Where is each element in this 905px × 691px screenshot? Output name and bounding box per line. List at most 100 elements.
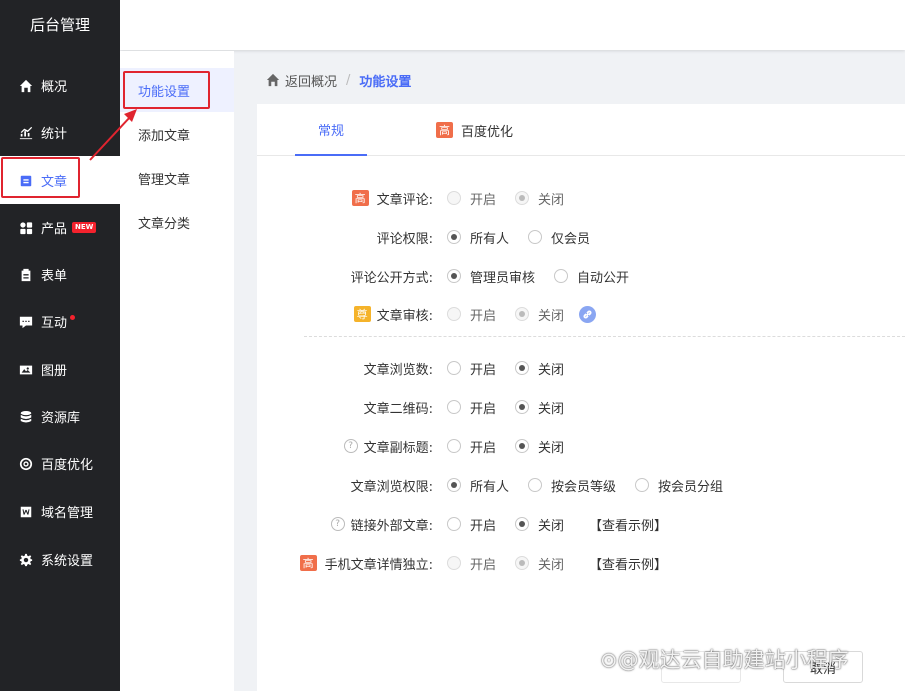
w-icon bbox=[18, 504, 34, 520]
radio-comment-everyone[interactable]: 所有人 bbox=[447, 228, 509, 247]
database-icon bbox=[18, 409, 34, 425]
new-badge: NEW bbox=[72, 222, 97, 233]
radio-auto-publish[interactable]: 自动公开 bbox=[554, 267, 629, 286]
sidebar-item-label: 文章 bbox=[41, 175, 68, 190]
form-row-comment-visibility: 评论公开方式: 管理员审核 自动公开 bbox=[257, 264, 905, 288]
chat-icon bbox=[18, 314, 34, 330]
home-icon bbox=[266, 73, 280, 87]
radio-comment-members-only[interactable]: 仅会员 bbox=[528, 228, 590, 247]
field-label: 文章浏览权限: bbox=[350, 479, 433, 495]
breadcrumb-back-link[interactable]: 返回概况 bbox=[285, 71, 337, 90]
image-icon bbox=[18, 362, 34, 378]
radio-viewcount-off[interactable]: 关闭 bbox=[515, 359, 564, 378]
field-label: 文章副标题: bbox=[363, 440, 433, 456]
link-icon[interactable] bbox=[579, 305, 597, 323]
grid-icon bbox=[18, 220, 34, 236]
sidebar-item-label: 互动 bbox=[41, 316, 68, 331]
form-row-view-count: 文章浏览数: 开启 关闭 bbox=[257, 356, 905, 380]
radio-admin-review[interactable]: 管理员审核 bbox=[447, 267, 535, 286]
field-label: 文章二维码: bbox=[363, 401, 433, 417]
view-example-link[interactable]: 【查看示例】 bbox=[589, 554, 667, 573]
radio-view-by-level[interactable]: 按会员等级 bbox=[528, 476, 616, 495]
tab-label: 常规 bbox=[317, 123, 344, 139]
sidebar-item-gallery[interactable]: 图册 bbox=[0, 346, 120, 393]
radio-external-on[interactable]: 开启 bbox=[447, 515, 496, 534]
radio-view-by-group[interactable]: 按会员分组 bbox=[635, 476, 723, 495]
field-label: 链接外部文章: bbox=[350, 518, 433, 534]
radio-qrcode-on[interactable]: 开启 bbox=[447, 398, 496, 417]
radio-subtitle-on[interactable]: 开启 bbox=[447, 437, 496, 456]
tab-bar: 常规 高 百度优化 bbox=[257, 104, 905, 156]
field-label: 手机文章详情独立: bbox=[324, 557, 433, 573]
notification-dot bbox=[70, 314, 76, 320]
sidebar-item-label: 表单 bbox=[41, 269, 68, 284]
radio-viewcount-on[interactable]: 开启 bbox=[447, 359, 496, 378]
submenu-item-article-categories[interactable]: 文章分类 bbox=[120, 200, 234, 244]
radio-mobile-off[interactable]: 关闭 bbox=[515, 554, 564, 573]
sidebar-item-form[interactable]: 表单 bbox=[0, 251, 120, 298]
sidebar-item-label: 资源库 bbox=[41, 411, 81, 426]
form-row-article-comments: 高 文章评论: 开启 关闭 bbox=[257, 186, 905, 210]
sidebar-item-domain[interactable]: 域名管理 bbox=[0, 488, 120, 535]
submenu-item-label: 添加文章 bbox=[138, 128, 191, 144]
article-submenu: 功能设置 添加文章 管理文章 文章分类 bbox=[120, 51, 234, 691]
submenu-item-label: 功能设置 bbox=[138, 84, 191, 100]
home-icon bbox=[18, 78, 34, 94]
form-row-comment-permission: 评论权限: 所有人 仅会员 bbox=[257, 225, 905, 249]
submenu-item-label: 管理文章 bbox=[138, 172, 191, 188]
submenu-item-add-article[interactable]: 添加文章 bbox=[120, 112, 234, 156]
sidebar-item-baidu-seo[interactable]: 百度优化 bbox=[0, 440, 120, 487]
field-label: 文章评论: bbox=[376, 192, 433, 208]
sidebar-item-resources[interactable]: 资源库 bbox=[0, 393, 120, 440]
sidebar-item-interaction[interactable]: 互动 bbox=[0, 298, 120, 345]
premium-tag: 高 bbox=[351, 190, 369, 206]
tab-label: 百度优化 bbox=[461, 124, 514, 140]
app-title: 后台管理 bbox=[29, 16, 90, 34]
field-label: 文章审核: bbox=[376, 308, 433, 324]
sidebar-item-label: 系统设置 bbox=[41, 554, 94, 569]
sidebar-item-product[interactable]: 产品 NEW bbox=[0, 204, 120, 251]
top-bar bbox=[120, 0, 905, 50]
vip-tag: 尊 bbox=[353, 306, 371, 322]
section-divider bbox=[304, 336, 905, 337]
submenu-item-feature-settings[interactable]: 功能设置 bbox=[120, 68, 234, 112]
submenu-item-manage-articles[interactable]: 管理文章 bbox=[120, 156, 234, 200]
sidebar-item-system-settings[interactable]: 系统设置 bbox=[0, 536, 120, 583]
clipboard-icon bbox=[18, 267, 34, 283]
form-row-view-permission: 文章浏览权限: 所有人 按会员等级 按会员分组 bbox=[257, 473, 905, 497]
form-row-mobile-detail: 高 手机文章详情独立: 开启 关闭 【查看示例】 bbox=[257, 551, 905, 575]
radio-subtitle-off[interactable]: 关闭 bbox=[515, 437, 564, 456]
sidebar-item-statistics[interactable]: 统计 bbox=[0, 109, 120, 156]
view-example-link[interactable]: 【查看示例】 bbox=[589, 515, 667, 534]
radio-view-everyone[interactable]: 所有人 bbox=[447, 476, 509, 495]
tab-general[interactable]: 常规 bbox=[295, 104, 367, 156]
premium-tag: 高 bbox=[299, 555, 317, 571]
settings-panel: 常规 高 百度优化 高 文章评论: 开启 关闭 评论权限: 所有人 仅会员 评论… bbox=[257, 104, 905, 691]
radio-review-on[interactable]: 开启 bbox=[447, 305, 496, 324]
help-icon[interactable]: ? bbox=[330, 517, 345, 531]
sidebar-item-label: 产品 bbox=[41, 222, 68, 237]
form-row-article-review: 尊 文章审核: 开启 关闭 bbox=[257, 302, 905, 326]
radio-external-off[interactable]: 关闭 bbox=[515, 515, 564, 534]
breadcrumb-separator: / bbox=[346, 72, 351, 88]
radio-comments-off[interactable]: 关闭 bbox=[515, 189, 564, 208]
radio-review-off[interactable]: 关闭 bbox=[515, 305, 564, 324]
sidebar-item-article[interactable]: 文章 bbox=[0, 157, 120, 204]
field-label: 评论公开方式: bbox=[350, 270, 433, 286]
premium-tag: 高 bbox=[436, 122, 453, 138]
help-icon[interactable]: ? bbox=[343, 439, 358, 453]
target-icon bbox=[18, 456, 34, 472]
form-row-external-link: ? 链接外部文章: 开启 关闭 【查看示例】 bbox=[257, 512, 905, 536]
breadcrumb-current: 功能设置 bbox=[359, 74, 412, 90]
sidebar-item-overview[interactable]: 概况 bbox=[0, 62, 120, 109]
sidebar-item-label: 图册 bbox=[41, 364, 68, 379]
watermark: ⊙@观达云自助建站小程序 bbox=[600, 648, 849, 672]
tab-baidu-seo[interactable]: 高 百度优化 bbox=[436, 104, 513, 156]
radio-qrcode-off[interactable]: 关闭 bbox=[515, 398, 564, 417]
submenu-item-label: 文章分类 bbox=[138, 216, 191, 232]
radio-mobile-on[interactable]: 开启 bbox=[447, 554, 496, 573]
sidebar-item-label: 域名管理 bbox=[41, 506, 94, 521]
chart-icon bbox=[18, 125, 34, 141]
radio-comments-on[interactable]: 开启 bbox=[447, 189, 496, 208]
field-label: 评论权限: bbox=[376, 231, 433, 247]
